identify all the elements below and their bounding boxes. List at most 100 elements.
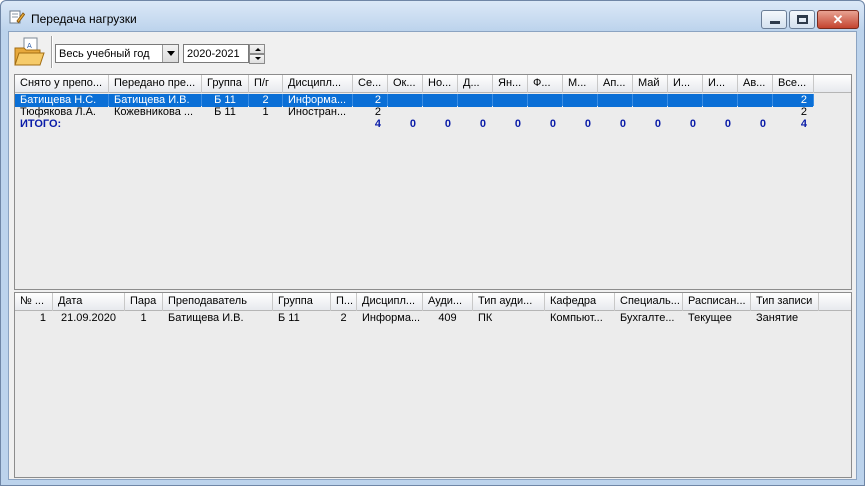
column-header[interactable]: Все... xyxy=(773,75,814,93)
grid-line xyxy=(15,153,814,154)
column-header[interactable]: Се... xyxy=(353,75,388,93)
table-cell: ИТОГО: xyxy=(15,118,109,131)
grid-line xyxy=(15,225,814,226)
table-cell: 0 xyxy=(423,118,458,131)
year-spinbox-value: 2020-2021 xyxy=(187,48,240,60)
period-dropdown-button[interactable] xyxy=(162,45,178,62)
main-window: Передача нагрузки ✕ A Весь учебный год 2… xyxy=(0,0,865,486)
grid-line xyxy=(15,237,814,238)
table-cell: Батищева И.В. xyxy=(163,312,273,325)
table-cell: 4 xyxy=(773,118,814,131)
column-header[interactable]: Группа xyxy=(273,293,331,311)
column-header[interactable]: Преподаватель xyxy=(163,293,273,311)
grid-line xyxy=(15,165,814,166)
column-header[interactable]: Снято у препо... xyxy=(15,75,109,93)
grid-line xyxy=(15,213,814,214)
table-cell: Информа... xyxy=(357,312,423,325)
grid-line xyxy=(15,359,819,360)
toolbar-separator xyxy=(51,36,53,68)
column-header[interactable]: М... xyxy=(563,75,598,93)
column-header[interactable]: И... xyxy=(668,75,703,93)
open-folder-icon[interactable]: A xyxy=(13,36,45,68)
window-title: Передача нагрузки xyxy=(31,12,137,26)
column-header[interactable]: Дата xyxy=(53,293,125,311)
close-button[interactable]: ✕ xyxy=(817,10,859,29)
grid-line xyxy=(15,407,819,408)
client-area: A Весь учебный год 2020-2021 Снято у пре… xyxy=(8,31,857,480)
grid-header: № ... Дата Пара Преподаватель Группа П... Дисц… xyxy=(15,293,851,311)
column-header[interactable]: И... xyxy=(703,75,738,93)
table-cell: 0 xyxy=(563,118,598,131)
year-spin-down-button[interactable] xyxy=(249,54,265,64)
grid-line xyxy=(15,335,819,336)
table-cell: 1 xyxy=(125,312,163,325)
table-cell: Компьют... xyxy=(545,312,615,325)
grid-line xyxy=(15,285,814,286)
column-header[interactable]: Ян... xyxy=(493,75,528,93)
column-header[interactable]: Тип записи xyxy=(751,293,819,311)
grid-line xyxy=(15,383,819,384)
column-header[interactable]: П/г xyxy=(249,75,283,93)
maximize-button[interactable] xyxy=(789,10,815,29)
toolbar: A Весь учебный год 2020-2021 xyxy=(9,32,856,72)
table-cell: Бухгалте... xyxy=(615,312,683,325)
grid-line xyxy=(15,395,819,396)
column-header[interactable]: Ав... xyxy=(738,75,773,93)
grid-line xyxy=(15,443,819,444)
column-header[interactable]: Ф... xyxy=(528,75,563,93)
grid-line xyxy=(15,273,814,274)
period-select[interactable]: Весь учебный год xyxy=(55,44,179,63)
column-header[interactable]: Специаль... xyxy=(615,293,683,311)
grid-line xyxy=(15,201,814,202)
table-cell: ПК xyxy=(473,312,545,325)
table-cell: Текущее xyxy=(683,312,751,325)
year-spinbox[interactable]: 2020-2021 xyxy=(183,44,249,63)
table-cell: 0 xyxy=(528,118,563,131)
grid-line xyxy=(15,431,819,432)
column-header[interactable]: Группа xyxy=(202,75,249,93)
table-row[interactable]: 1 21.09.2020 1 Батищева И.В. Б 11 2 Информа...… xyxy=(15,312,819,325)
total-row[interactable]: ИТОГО: 4 0 0 0 0 0 0 0 0 0 0 0 4 xyxy=(15,118,814,131)
column-header[interactable]: № ... xyxy=(15,293,53,311)
column-header[interactable]: Но... xyxy=(423,75,458,93)
column-header[interactable]: Ауди... xyxy=(423,293,473,311)
table-cell: 0 xyxy=(388,118,423,131)
chevron-down-icon xyxy=(167,51,175,56)
table-cell: 0 xyxy=(458,118,493,131)
table-cell: 4 xyxy=(353,118,388,131)
column-header[interactable]: Кафедра xyxy=(545,293,615,311)
period-select-value: Весь учебный год xyxy=(59,48,150,60)
table-cell: 409 xyxy=(423,312,473,325)
table-cell xyxy=(202,118,249,131)
table-cell: 2 xyxy=(331,312,357,325)
lesson-details-grid[interactable]: № ... Дата Пара Преподаватель Группа П... Дисц… xyxy=(14,292,852,478)
column-header[interactable]: Дисципл... xyxy=(283,75,353,93)
column-header[interactable]: Ап... xyxy=(598,75,633,93)
table-cell: 0 xyxy=(668,118,703,131)
table-cell xyxy=(109,118,202,131)
column-header[interactable]: Пара xyxy=(125,293,163,311)
column-header[interactable]: Расписан... xyxy=(683,293,751,311)
grid-header: Снято у препо... Передано пре... Группа П/г… xyxy=(15,75,851,93)
grid-line xyxy=(15,177,814,178)
year-spin-up-button[interactable] xyxy=(249,44,265,54)
column-header[interactable]: Передано пре... xyxy=(109,75,202,93)
column-header[interactable]: Ок... xyxy=(388,75,423,93)
table-cell: 21.09.2020 xyxy=(53,312,125,325)
grid-line xyxy=(15,261,814,262)
load-transfer-grid[interactable]: Снято у препо... Передано пре... Группа П/г… xyxy=(14,74,852,290)
column-header[interactable]: Дисципл... xyxy=(357,293,423,311)
table-cell: Б 11 xyxy=(273,312,331,325)
arrow-up-icon xyxy=(255,48,261,51)
column-header[interactable]: Тип ауди... xyxy=(473,293,545,311)
column-header[interactable]: П... xyxy=(331,293,357,311)
table-cell: 0 xyxy=(703,118,738,131)
column-header[interactable]: Д... xyxy=(458,75,493,93)
grid-line xyxy=(15,467,819,468)
minimize-button[interactable] xyxy=(761,10,787,29)
title-bar[interactable]: Передача нагрузки ✕ xyxy=(1,1,864,31)
grid-line xyxy=(15,189,814,190)
close-icon: ✕ xyxy=(832,12,844,27)
column-header[interactable]: Май xyxy=(633,75,668,93)
table-cell: 1 xyxy=(15,312,53,325)
